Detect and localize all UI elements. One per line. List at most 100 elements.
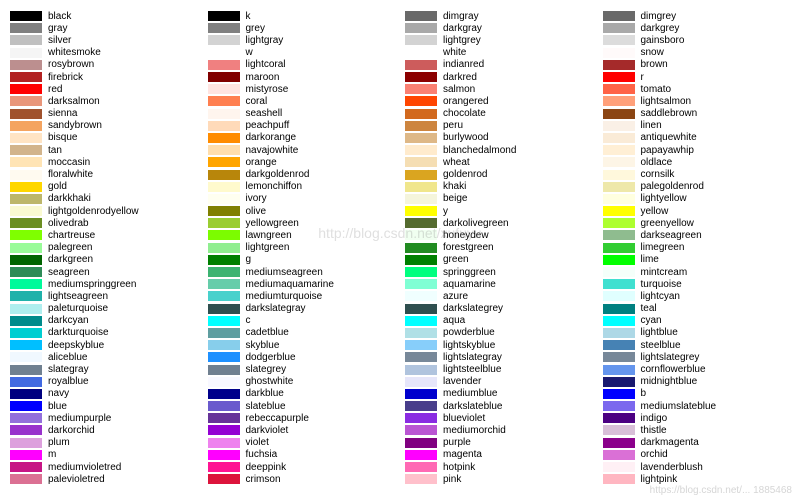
color-row: mediumpurple [10,412,198,424]
color-label: mediumblue [443,388,497,399]
color-swatch [208,365,240,375]
color-row: lemonchiffon [208,181,396,193]
color-swatch [10,157,42,167]
color-swatch [603,109,635,119]
color-label: c [246,315,251,326]
color-swatch [405,291,437,301]
color-row: teal [603,303,791,315]
color-swatch [10,243,42,253]
color-row: lightcoral [208,59,396,71]
color-row: blue [10,400,198,412]
color-row: darkviolet [208,424,396,436]
color-label: turquoise [641,279,682,290]
color-swatch [10,352,42,362]
color-swatch [603,48,635,58]
color-swatch [10,145,42,155]
color-swatch [10,413,42,423]
color-label: darkslategray [246,303,306,314]
color-label: r [641,72,644,83]
color-label: darkblue [246,388,284,399]
color-row: wheat [405,156,593,168]
color-label: lightsteelblue [443,364,501,375]
color-row: lightsalmon [603,95,791,107]
color-swatch [10,230,42,240]
color-row: paleturquoise [10,303,198,315]
color-row: salmon [405,83,593,95]
color-swatch [603,96,635,106]
color-row: magenta [405,449,593,461]
color-row: mediumturquoise [208,290,396,302]
color-row: lightgrey [405,34,593,46]
color-row: seashell [208,108,396,120]
color-swatch [10,35,42,45]
color-swatch [208,401,240,411]
color-swatch [208,96,240,106]
color-row: darkslateblue [405,400,593,412]
color-label: honeydew [443,230,489,241]
color-chart: blackgraysilverwhitesmokerosybrownfirebr… [10,10,790,485]
color-swatch [10,291,42,301]
color-swatch [405,96,437,106]
color-label: olivedrab [48,218,89,229]
color-label: darkmagenta [641,437,699,448]
color-swatch [603,389,635,399]
color-label: thistle [641,425,667,436]
color-swatch [603,377,635,387]
color-swatch [208,462,240,472]
color-label: k [246,11,251,22]
color-label: lightblue [641,327,678,338]
color-swatch [603,35,635,45]
color-swatch [603,413,635,423]
color-swatch [10,474,42,484]
color-label: gray [48,23,67,34]
color-swatch [405,72,437,82]
color-label: royalblue [48,376,89,387]
color-swatch [10,425,42,435]
color-label: paleturquoise [48,303,108,314]
color-row: orange [208,156,396,168]
color-row: gainsboro [603,34,791,46]
color-swatch [208,377,240,387]
color-label: y [443,206,448,217]
color-swatch [405,279,437,289]
color-label: orangered [443,96,489,107]
color-row: darkgrey [603,22,791,34]
color-label: lightsalmon [641,96,692,107]
color-label: lightpink [641,474,678,485]
color-label: firebrick [48,72,83,83]
color-row: darkorchid [10,424,198,436]
color-row: lawngreen [208,229,396,241]
color-swatch [405,48,437,58]
color-label: ghostwhite [246,376,294,387]
color-label: magenta [443,449,482,460]
color-row: dodgerblue [208,351,396,363]
color-swatch [603,23,635,33]
color-swatch [208,340,240,350]
color-swatch [405,145,437,155]
color-row: steelblue [603,339,791,351]
color-swatch [208,450,240,460]
color-swatch [603,267,635,277]
color-swatch [603,304,635,314]
color-swatch [10,389,42,399]
color-row: mediumslateblue [603,400,791,412]
color-row: lightgreen [208,242,396,254]
color-swatch [208,267,240,277]
color-swatch [603,133,635,143]
color-label: plum [48,437,70,448]
color-swatch [10,109,42,119]
color-label: darkgrey [641,23,680,34]
color-row: peachpuff [208,120,396,132]
color-label: chocolate [443,108,486,119]
color-row: dimgray [405,10,593,22]
color-label: cornsilk [641,169,675,180]
color-row: olivedrab [10,217,198,229]
color-label: cadetblue [246,327,289,338]
color-label: white [443,47,466,58]
color-row: sienna [10,108,198,120]
color-row: springgreen [405,266,593,278]
color-row: goldenrod [405,168,593,180]
color-label: blue [48,401,67,412]
color-row: forestgreen [405,242,593,254]
color-label: m [48,449,56,460]
